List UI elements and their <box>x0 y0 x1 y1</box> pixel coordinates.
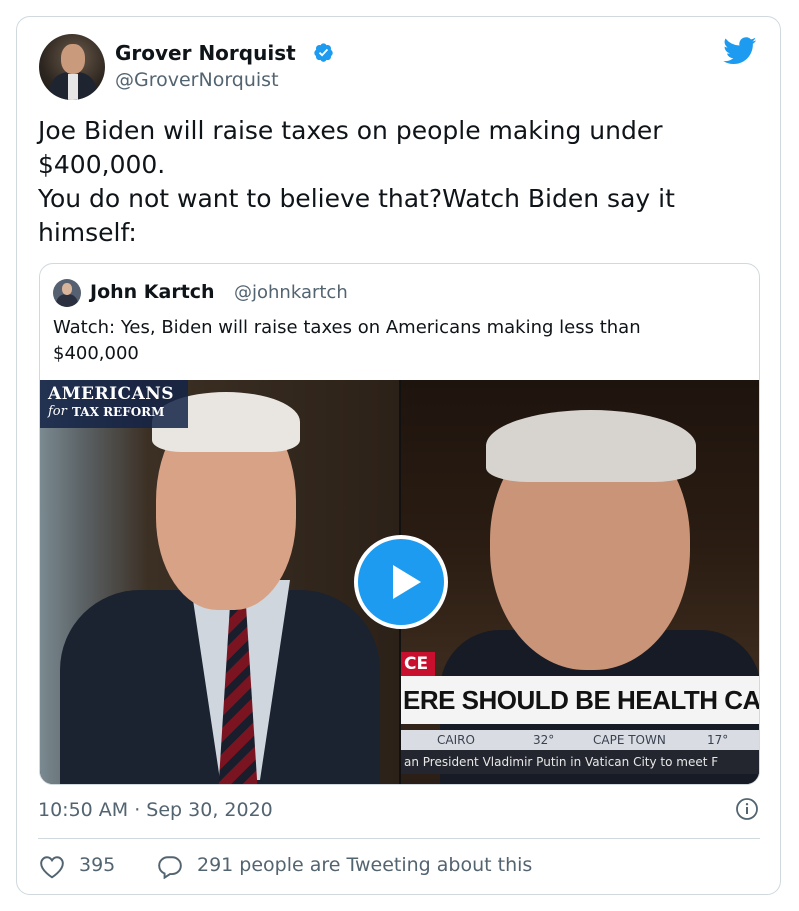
tweet-line: $400,000. <box>38 150 166 179</box>
quoted-author-avatar[interactable] <box>53 279 81 307</box>
weather-temp: 17° <box>707 733 729 747</box>
weather-city: CAPE TOWN <box>593 733 666 747</box>
play-button[interactable] <box>354 535 448 629</box>
author-handle[interactable]: @GroverNorquist <box>115 69 279 91</box>
tweet-timestamp[interactable]: 10:50 AM · Sep 30, 2020 <box>38 799 273 821</box>
atr-logo: AMERICANS for TAX REFORM <box>40 380 188 428</box>
video-left-frame <box>40 380 399 784</box>
video-player[interactable]: AMERICANS for TAX REFORM CE ERE SHOULD B… <box>40 380 759 784</box>
tweet-line: You do not want to believe that?Watch Bi… <box>38 184 675 213</box>
quoted-author-handle[interactable]: @johnkartch <box>234 282 348 303</box>
chyron-headline: ERE SHOULD BE HEALTH CARE FOR EV <box>401 676 759 724</box>
chyron-weather: CAIRO 32° CAPE TOWN 17° <box>401 730 759 750</box>
tweeting-about-text[interactable]: 291 people are Tweeting about this <box>197 854 532 876</box>
chyron-ticker: an President Vladimir Putin in Vatican C… <box>401 750 759 774</box>
author-name[interactable]: Grover Norquist <box>115 41 296 65</box>
quoted-text-line: Watch: Yes, Biden will raise taxes on Am… <box>53 317 641 338</box>
verified-badge-icon <box>314 43 333 62</box>
speech-bubble-icon[interactable] <box>157 855 183 879</box>
weather-temp: 32° <box>533 733 555 747</box>
quoted-tweet[interactable]: John Kartch @johnkartch Watch: Yes, Bide… <box>39 263 760 785</box>
tweet-text: Joe Biden will raise taxes on people mak… <box>38 114 758 250</box>
chyron-tag: CE <box>401 652 435 676</box>
play-icon <box>393 565 421 599</box>
author-avatar[interactable] <box>39 34 105 100</box>
tweet-line: himself: <box>38 218 137 247</box>
tweet-line: Joe Biden will raise taxes on people mak… <box>38 116 663 145</box>
tweet-card[interactable]: Grover Norquist @GroverNorquist Joe Bide… <box>16 16 781 895</box>
heart-icon[interactable] <box>39 855 65 879</box>
logo-line: TAX REFORM <box>72 405 165 419</box>
quoted-author-name[interactable]: John Kartch <box>90 281 215 303</box>
quoted-tweet-text: Watch: Yes, Biden will raise taxes on Am… <box>53 315 753 367</box>
like-count[interactable]: 395 <box>79 854 115 876</box>
logo-line: AMERICANS <box>48 384 175 404</box>
twitter-bird-icon[interactable] <box>723 37 757 65</box>
logo-line: for <box>48 404 67 419</box>
info-icon[interactable] <box>735 797 759 821</box>
weather-city: CAIRO <box>437 733 475 747</box>
divider <box>38 838 760 839</box>
quoted-text-line: $400,000 <box>53 343 139 364</box>
